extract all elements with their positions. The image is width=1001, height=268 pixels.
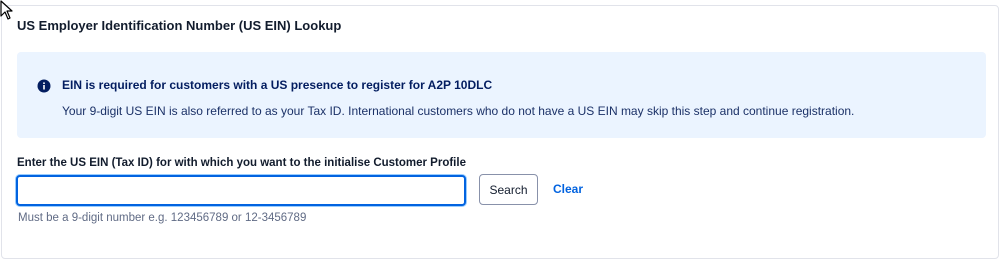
callout-heading: EIN is required for customers with a US …	[62, 78, 493, 92]
info-callout: EIN is required for customers with a US …	[17, 52, 986, 138]
ein-input[interactable]	[16, 175, 466, 206]
ein-field-label: Enter the US EIN (Tax ID) for with which…	[17, 157, 466, 169]
search-button[interactable]: Search	[479, 174, 538, 205]
mouse-pointer-icon	[0, 0, 13, 20]
ein-help-text: Must be a 9-digit number e.g. 123456789 …	[18, 212, 307, 224]
clear-button[interactable]: Clear	[553, 182, 583, 196]
section-title: US Employer Identification Number (US EI…	[17, 18, 342, 33]
info-icon	[37, 79, 51, 93]
callout-body: Your 9-digit US EIN is also referred to …	[62, 104, 855, 118]
